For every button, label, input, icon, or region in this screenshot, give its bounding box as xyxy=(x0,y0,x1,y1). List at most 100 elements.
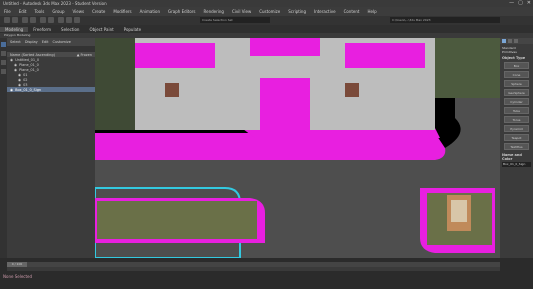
viewport-scene xyxy=(95,38,500,258)
object-type-rollout[interactable]: Object Type xyxy=(502,56,531,60)
create-box-button[interactable]: Box xyxy=(504,62,529,69)
menu-item-content[interactable]: Content xyxy=(340,9,364,14)
ribbon-tab-object-paint[interactable]: Object Paint xyxy=(84,27,118,32)
menu-item-help[interactable]: Help xyxy=(363,9,380,14)
undo-icon[interactable] xyxy=(4,17,10,23)
command-panel-tabs xyxy=(500,38,533,44)
menu-item-rendering[interactable]: Rendering xyxy=(200,9,228,14)
scale-icon[interactable] xyxy=(74,17,80,23)
menu-item-file[interactable]: File xyxy=(0,9,15,14)
create-torus-button[interactable]: Torus xyxy=(504,116,529,123)
ribbon-tab-selection[interactable]: Selection xyxy=(56,27,84,32)
scene-tab-select[interactable]: Select xyxy=(10,40,21,44)
center-sign xyxy=(250,38,320,56)
visibility-icon[interactable]: ◉ xyxy=(14,63,17,67)
center-door xyxy=(260,78,310,130)
modify-tab-icon[interactable] xyxy=(508,39,512,43)
scene-tab-customize[interactable]: Customize xyxy=(53,40,71,44)
left-awning xyxy=(135,43,215,68)
scene-tab-display[interactable]: Display xyxy=(25,40,38,44)
menu-item-graph-editors[interactable]: Graph Editors xyxy=(164,9,199,14)
menu-item-interactive[interactable]: Interactive xyxy=(310,9,340,14)
tree-row[interactable]: ◉ Box_01_0_Sign xyxy=(7,87,95,92)
visibility-icon[interactable]: ◉ xyxy=(18,73,21,77)
display-tool-icon[interactable] xyxy=(1,51,6,56)
selection-set-field[interactable]: Create Selection Set xyxy=(200,17,270,23)
visibility-icon[interactable]: ◉ xyxy=(18,83,21,87)
minimize-icon[interactable]: — xyxy=(509,0,514,7)
tree-row-label: 03 xyxy=(23,82,28,87)
tree-row-label: Plane_01_0 xyxy=(19,67,39,72)
viewport-perspective[interactable] xyxy=(95,38,500,258)
tree-row-label: Untitled_01_0 xyxy=(15,57,40,62)
visibility-icon[interactable]: ◉ xyxy=(10,88,13,92)
column-name-header[interactable]: Name (Sorted Ascending) xyxy=(10,53,55,57)
object-name-input[interactable]: Box_01_0_Sign xyxy=(502,162,531,167)
ribbon-tab-modeling[interactable]: Modeling xyxy=(0,26,29,32)
link-icon[interactable] xyxy=(22,17,28,23)
menu-item-civil-view[interactable]: Civil View xyxy=(228,9,255,14)
hierarchy-tool-icon[interactable] xyxy=(1,69,6,74)
redo-icon[interactable] xyxy=(12,17,18,23)
menu-item-customize[interactable]: Customize xyxy=(255,9,284,14)
create-tab-icon[interactable] xyxy=(502,39,506,43)
layer-tool-icon[interactable] xyxy=(1,60,6,65)
select-region-icon[interactable] xyxy=(48,17,54,23)
menu-item-create[interactable]: Create xyxy=(88,9,109,14)
left-tool-strip xyxy=(0,38,7,258)
create-cylinder-button[interactable]: Cylinder xyxy=(504,98,529,105)
menu-item-tools[interactable]: Tools xyxy=(30,9,48,14)
select-object-icon[interactable] xyxy=(40,17,46,23)
create-tube-button[interactable]: Tube xyxy=(504,107,529,114)
create-sphere-button[interactable]: Sphere xyxy=(504,80,529,87)
ribbon: Modeling Freeform Selection Object Paint Pop… xyxy=(0,25,533,33)
tree-row-label: Plane_01_0 xyxy=(19,62,39,67)
close-icon[interactable]: ✕ xyxy=(527,0,531,7)
tree-row-label: 02 xyxy=(23,77,28,82)
sign-board-face xyxy=(451,200,467,222)
scene-tab-edit[interactable]: Edit xyxy=(42,40,49,44)
window-title: Untitled - Autodesk 3ds Max 2023 - Stude… xyxy=(3,1,107,6)
menu-item-views[interactable]: Views xyxy=(69,9,89,14)
category-dropdown[interactable]: Standard Primitives xyxy=(502,46,531,54)
menu-item-modifiers[interactable]: Modifiers xyxy=(109,9,135,14)
create-geosphere-button[interactable]: GeoSphere xyxy=(504,89,529,96)
left-wall-segment xyxy=(95,38,135,130)
menu-item-animation[interactable]: Animation xyxy=(136,9,164,14)
visibility-icon[interactable]: ◉ xyxy=(18,78,21,82)
name-color-rollout[interactable]: Name and Color xyxy=(502,153,531,161)
tree-row-label: 01 xyxy=(23,72,28,77)
tree-row-label: Box_01_0_Sign xyxy=(15,87,42,92)
column-frozen-header[interactable]: ▲ Frozen xyxy=(77,53,92,57)
ribbon-tab-populate[interactable]: Populate xyxy=(119,27,146,32)
left-planter-grass xyxy=(97,201,257,239)
left-window-poster xyxy=(165,83,179,97)
right-grass-area xyxy=(435,38,500,98)
move-icon[interactable] xyxy=(58,17,64,23)
menu-bar: File Edit Tools Group Views Create Modifiers An… xyxy=(0,7,533,16)
select-tool-icon[interactable] xyxy=(1,42,6,47)
rotate-icon[interactable] xyxy=(66,17,72,23)
create-cone-button[interactable]: Cone xyxy=(504,71,529,78)
hierarchy-tab-icon[interactable] xyxy=(514,39,518,43)
right-window-poster xyxy=(345,83,359,97)
create-pyramid-button[interactable]: Pyramid xyxy=(504,125,529,132)
menu-item-scripting[interactable]: Scripting xyxy=(284,9,310,14)
title-bar: Untitled - Autodesk 3ds Max 2023 - Stude… xyxy=(0,0,533,7)
scene-explorer: Select Display Edit Customize Name (Sorted … xyxy=(7,38,95,258)
visibility-icon[interactable]: ◉ xyxy=(14,68,17,72)
window-controls: — ▢ ✕ xyxy=(509,0,531,7)
visibility-icon[interactable]: ◉ xyxy=(10,58,13,62)
scene-tree: ◉ Untitled_01_0 ◉ Plane_01_0 ◉ Plane_01_0 ◉ 01 ◉… xyxy=(7,57,95,92)
create-textplus-button[interactable]: TextPlus xyxy=(504,143,529,150)
create-teapot-button[interactable]: Teapot xyxy=(504,134,529,141)
timeline-ticks xyxy=(7,267,500,271)
maximize-icon[interactable]: ▢ xyxy=(518,0,523,7)
scene-explorer-header: Name (Sorted Ascending) ▲ Frozen xyxy=(7,52,95,57)
unlink-icon[interactable] xyxy=(30,17,36,23)
menu-item-edit[interactable]: Edit xyxy=(15,9,31,14)
ribbon-tab-freeform[interactable]: Freeform xyxy=(28,27,56,32)
project-path-field[interactable]: C:\Users\...\3ds Max 2023 xyxy=(390,17,500,23)
menu-item-group[interactable]: Group xyxy=(48,9,68,14)
command-panel: Standard Primitives Object Type Box Cone S… xyxy=(500,38,533,258)
